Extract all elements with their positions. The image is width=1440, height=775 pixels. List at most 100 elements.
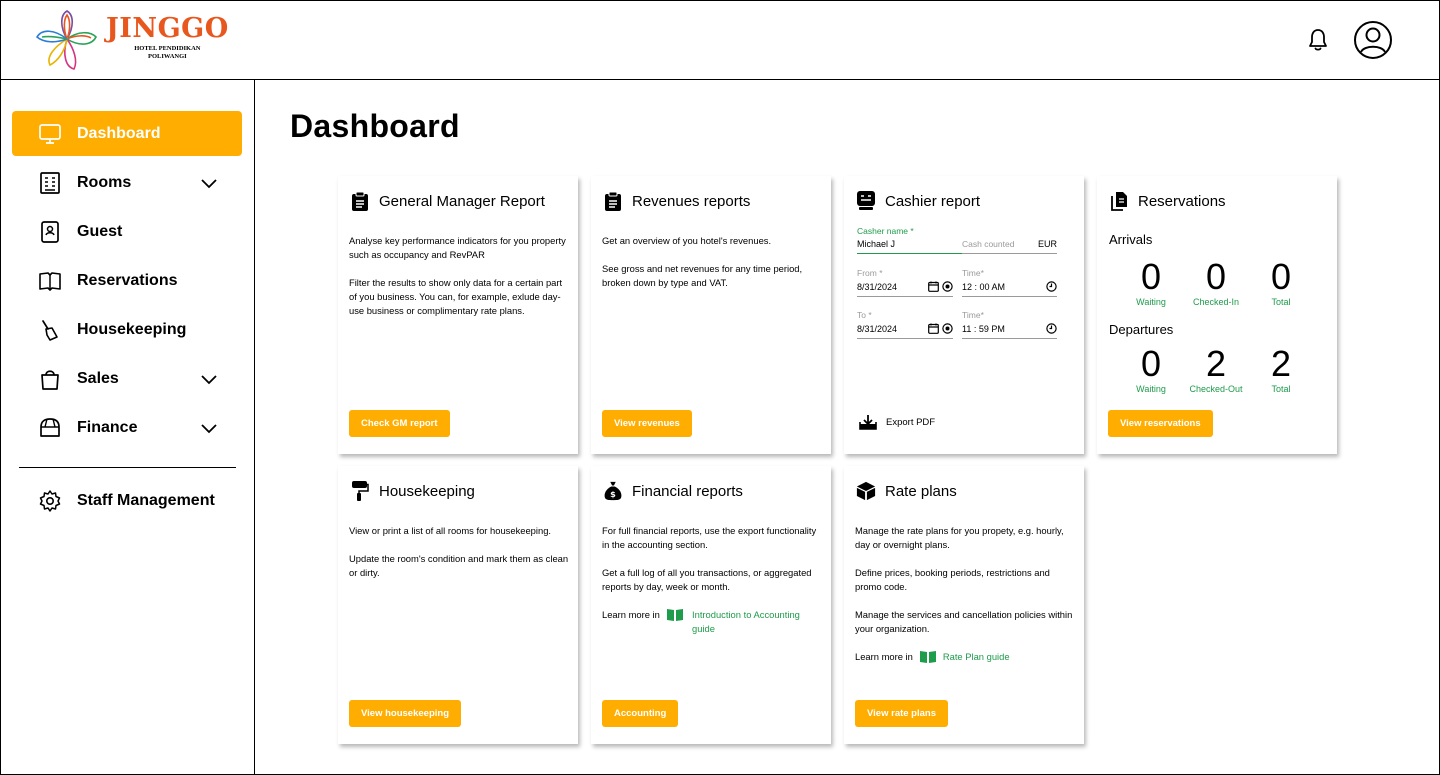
intro-accounting-guide-link[interactable]: Introduction to Accounting guide: [692, 608, 824, 636]
monitor-icon: [37, 121, 63, 147]
green-book-icon: [919, 651, 936, 663]
card-title: Rate plans: [885, 482, 957, 500]
departures-label: Departures: [1109, 322, 1174, 337]
card-text: See gross and net revenues for any time …: [602, 263, 803, 288]
money-bag-icon: $: [603, 480, 623, 502]
view-reservations-button[interactable]: View reservations: [1108, 410, 1213, 437]
to-date-field[interactable]: To * 8/31/2024: [857, 310, 953, 339]
clock-icon[interactable]: [1046, 281, 1057, 292]
shopping-bag-icon: [37, 366, 63, 392]
card-text: Manage the rate plans for you propety, e…: [855, 525, 1064, 550]
page-title: Dashboard: [290, 108, 460, 144]
card-cashier-report: Cashier report Casher name * Michael J C…: [844, 176, 1084, 454]
card-title: Reservations: [1138, 192, 1226, 210]
brand-subtitle: HOTEL PENDIDIKAN POLIWANGI: [134, 44, 201, 60]
sidebar-item-label: Reservations: [77, 271, 178, 289]
paint-roller-icon: [350, 480, 370, 502]
from-date-field[interactable]: From * 8/31/2024: [857, 268, 953, 297]
arrivals-waiting-stat: 0 Waiting: [1136, 256, 1166, 308]
svg-text:$: $: [610, 489, 616, 499]
box-icon: [856, 480, 876, 502]
guest-book-icon: [37, 219, 63, 245]
card-revenues-reports: Revenues reports Get an overview of you …: [591, 176, 831, 454]
card-title: General Manager Report: [379, 192, 545, 210]
sidebar-item-label: Staff Management: [77, 491, 215, 509]
sidebar-item-label: Dashboard: [77, 124, 161, 142]
brand-name: JINGGO: [106, 12, 229, 44]
cash-counted-field[interactable]: Cash counted EUR: [962, 226, 1057, 254]
chevron-down-icon[interactable]: [200, 174, 218, 192]
casher-name-field[interactable]: Casher name * Michael J: [857, 226, 969, 254]
card-housekeeping: Housekeeping View or print a list of all…: [338, 466, 578, 744]
arrivals-total-stat: 0 Total: [1270, 256, 1292, 308]
building-icon: [37, 170, 63, 196]
download-icon: [859, 415, 877, 430]
view-revenues-button[interactable]: View revenues: [602, 410, 692, 437]
card-text: Define prices, booking periods, restrict…: [855, 567, 1050, 592]
flower-logo-icon: [35, 10, 97, 70]
top-header: JINGGO HOTEL PENDIDIKAN POLIWANGI: [0, 0, 1440, 80]
sidebar: Dashboard Rooms Guest Reservations House…: [0, 80, 255, 775]
card-title: Cashier report: [885, 192, 981, 210]
sidebar-item-guest[interactable]: Guest: [12, 209, 242, 254]
from-time-field[interactable]: Time* 12 : 00 AM: [962, 268, 1057, 297]
sidebar-item-label: Finance: [77, 418, 138, 436]
card-rate-plans: Rate plans Manage the rate plans for you…: [844, 466, 1084, 744]
gear-icon: [37, 488, 63, 514]
sidebar-item-label: Housekeeping: [77, 320, 187, 338]
departures-waiting-stat: 0 Waiting: [1136, 343, 1166, 395]
sidebar-item-rooms[interactable]: Rooms: [12, 160, 242, 205]
calendar-icon[interactable]: [928, 323, 939, 334]
sidebar-item-housekeeping[interactable]: Housekeeping: [12, 307, 242, 352]
sidebar-divider: [19, 467, 236, 468]
card-title: Financial reports: [632, 482, 743, 500]
accounting-button[interactable]: Accounting: [602, 700, 679, 727]
target-icon[interactable]: [942, 323, 953, 334]
chevron-down-icon[interactable]: [200, 419, 218, 437]
user-avatar-icon[interactable]: [1353, 20, 1393, 60]
view-housekeeping-button[interactable]: View housekeeping: [349, 700, 461, 727]
card-text: For full financial reports, use the expo…: [602, 525, 817, 550]
departures-total-stat: 2 Total: [1270, 343, 1292, 395]
bell-icon[interactable]: [1307, 28, 1329, 52]
sidebar-item-sales[interactable]: Sales: [12, 356, 242, 401]
card-text: Filter the results to show only data for…: [349, 277, 563, 316]
card-text: Analyse key performance indicators for y…: [349, 235, 566, 260]
card-text: Update the room's condition and mark the…: [349, 553, 569, 578]
chevron-down-icon[interactable]: [200, 370, 218, 388]
arrivals-label: Arrivals: [1109, 232, 1153, 247]
sidebar-item-finance[interactable]: Finance: [12, 405, 242, 450]
arrivals-checked-in-stat: 0 Checked-In: [1192, 256, 1240, 308]
card-gm-report: General Manager Report Analyse key perfo…: [338, 176, 578, 454]
sidebar-item-staff-management[interactable]: Staff Management: [12, 478, 242, 523]
broom-icon: [37, 317, 63, 343]
sidebar-item-dashboard[interactable]: Dashboard: [12, 111, 242, 156]
open-book-icon: [37, 268, 63, 294]
card-text: View or print a list of all rooms for ho…: [349, 525, 552, 536]
clock-icon[interactable]: [1046, 323, 1057, 334]
card-financial-reports: $ Financial reports For full financial r…: [591, 466, 831, 744]
view-rate-plans-button[interactable]: View rate plans: [855, 700, 948, 727]
check-gm-report-button[interactable]: Check GM report: [349, 410, 450, 437]
brand-logo[interactable]: JINGGO HOTEL PENDIDIKAN POLIWANGI: [34, 9, 229, 71]
rate-plan-guide-link[interactable]: Rate Plan guide: [943, 650, 1010, 664]
green-book-icon: [666, 609, 683, 621]
sidebar-item-label: Guest: [77, 222, 123, 240]
target-icon[interactable]: [942, 281, 953, 292]
clipboard-icon: [603, 190, 623, 212]
wallet-icon: [37, 415, 63, 441]
sidebar-item-label: Rooms: [77, 173, 132, 191]
card-reservations: Reservations Arrivals 0 Waiting 0 Checke…: [1097, 176, 1337, 454]
departures-checked-out-stat: 2 Checked-Out: [1189, 343, 1243, 395]
calendar-icon[interactable]: [928, 281, 939, 292]
documents-icon: [1109, 190, 1129, 212]
sidebar-item-label: Sales: [77, 369, 119, 387]
card-text: Get a full log of all you transactions, …: [602, 567, 812, 592]
export-pdf-button[interactable]: Export PDF: [859, 414, 935, 430]
card-title: Revenues reports: [632, 192, 751, 210]
to-time-field[interactable]: Time* 11 : 59 PM: [962, 310, 1057, 339]
card-text: Manage the services and cancellation pol…: [855, 609, 1073, 634]
card-text: Get an overview of you hotel's revenues.: [602, 235, 772, 246]
clipboard-icon: [350, 190, 370, 212]
sidebar-item-reservations[interactable]: Reservations: [12, 258, 242, 303]
